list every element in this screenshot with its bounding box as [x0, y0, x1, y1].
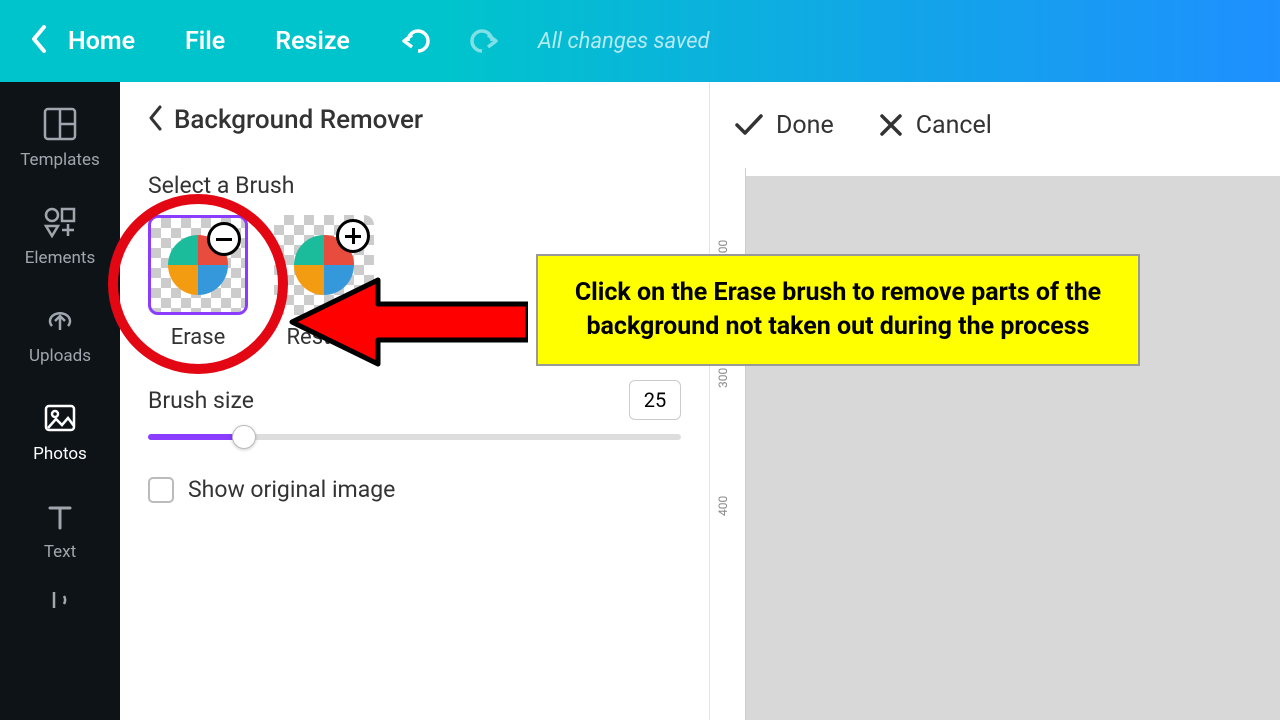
select-brush-label: Select a Brush	[148, 172, 681, 199]
restore-label: Restore	[286, 325, 361, 350]
done-label: Done	[776, 111, 834, 140]
vertical-ruler: 200 300 400	[710, 168, 746, 720]
sidebar-item-audio[interactable]	[42, 590, 78, 610]
show-original-checkbox[interactable]	[148, 477, 174, 503]
page-edge	[746, 168, 1280, 176]
file-menu[interactable]: File	[185, 27, 225, 56]
sidebar-label-templates: Templates	[20, 150, 100, 170]
sidebar-label-elements: Elements	[25, 248, 95, 268]
canvas[interactable]: 200 300 400	[710, 168, 1280, 720]
sidebar-item-uploads[interactable]: Uploads	[29, 302, 91, 366]
cancel-button[interactable]: Cancel	[878, 111, 992, 140]
sidebar-label-uploads: Uploads	[29, 346, 91, 366]
brush-option-erase[interactable]: Erase	[148, 215, 248, 350]
panel-title: Background Remover	[174, 105, 423, 135]
brush-size-label: Brush size	[148, 387, 254, 414]
annotation-callout: Click on the Erase brush to remove parts…	[536, 254, 1140, 366]
sidebar-item-text[interactable]: Text	[42, 498, 78, 562]
brush-option-restore[interactable]: Restore	[274, 215, 374, 350]
undo-button[interactable]	[400, 27, 436, 55]
brush-size-value[interactable]: 25	[629, 380, 681, 420]
left-sidebar: Templates Elements Uploads Photos Text	[0, 82, 120, 720]
erase-label: Erase	[171, 325, 226, 350]
redo-button[interactable]	[464, 27, 500, 55]
sidebar-item-photos[interactable]: Photos	[33, 400, 87, 464]
sidebar-label-text: Text	[44, 542, 76, 562]
home-button[interactable]: Home	[68, 27, 135, 56]
side-panel: Background Remover Select a Brush Erase …	[120, 82, 710, 720]
top-toolbar: Home File Resize All changes saved	[0, 0, 1280, 82]
show-original-label: Show original image	[188, 476, 395, 503]
panel-back-icon[interactable]	[148, 104, 164, 136]
canvas-area: Done Cancel 200 300 400	[710, 82, 1280, 720]
sidebar-label-photos: Photos	[33, 444, 87, 464]
plus-badge-icon	[336, 219, 370, 253]
save-status: All changes saved	[538, 29, 710, 54]
erase-brush-tile	[148, 215, 248, 315]
slider-fill	[148, 434, 244, 440]
restore-brush-tile	[274, 215, 374, 315]
sidebar-item-templates[interactable]: Templates	[20, 106, 100, 170]
sidebar-item-elements[interactable]: Elements	[25, 204, 95, 268]
done-button[interactable]: Done	[734, 111, 834, 140]
cancel-label: Cancel	[916, 111, 992, 140]
resize-menu[interactable]: Resize	[275, 27, 350, 56]
brush-size-slider[interactable]	[148, 434, 681, 440]
minus-badge-icon	[207, 222, 241, 256]
back-icon[interactable]	[30, 23, 50, 59]
slider-thumb[interactable]	[232, 425, 256, 449]
